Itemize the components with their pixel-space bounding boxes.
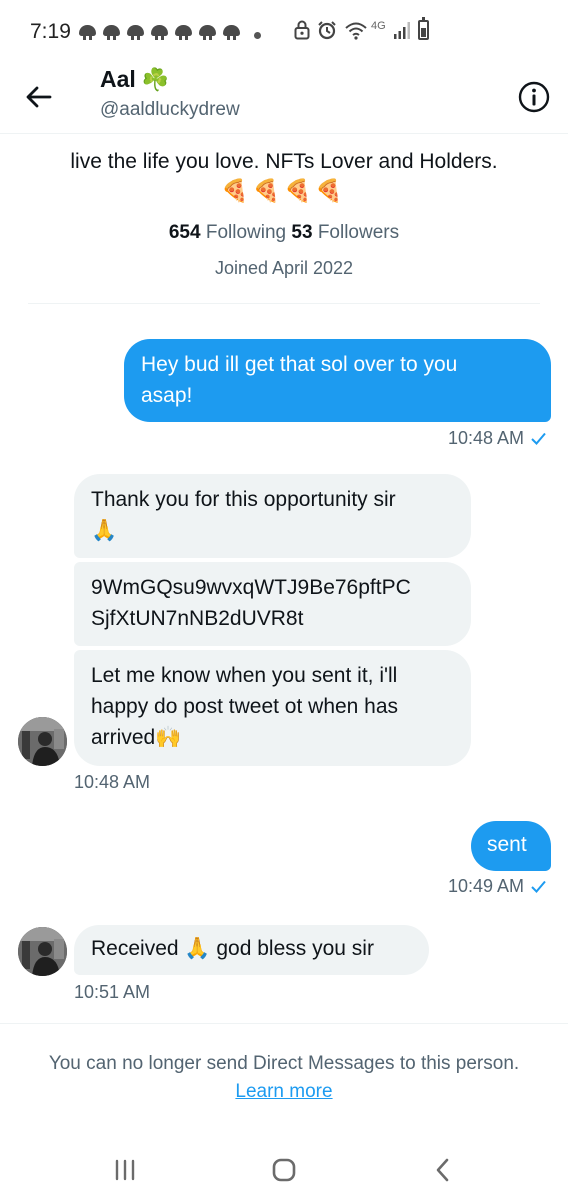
followers-count[interactable]: 53 [291, 222, 312, 243]
message-text: arrived🙌 [91, 726, 182, 749]
contact-display-name[interactable]: Aal [100, 66, 136, 93]
contact-handle[interactable]: @aaldluckydrew [100, 99, 240, 121]
recent-apps-icon[interactable] [108, 1155, 142, 1185]
message-meta: 10:48 AM [448, 428, 546, 449]
message-timestamp: 10:48 AM [447, 428, 524, 448]
avatar-photo [18, 927, 67, 976]
conversation-header: Aal ☘️ @aaldluckydrew [0, 64, 568, 134]
message-timestamp: 10:49 AM [447, 876, 524, 896]
battery-icon [417, 17, 429, 40]
following-label[interactable]: Following [206, 222, 286, 243]
learn-more-link[interactable]: Learn more [0, 1081, 568, 1103]
avatar-photo [18, 717, 67, 766]
message-text: Hey bud ill get that sol over to you [141, 353, 458, 376]
message-text: Let me know when you sent it, i'll [91, 664, 398, 687]
follow-stats[interactable]: 654 Following 53 Followers [0, 222, 568, 244]
message-text: 🙏 [91, 519, 118, 542]
app-icon [174, 25, 193, 40]
message-text: asap! [141, 384, 193, 407]
divider [0, 1023, 568, 1024]
app-icon [222, 25, 241, 40]
app-icon [78, 25, 97, 40]
system-nav-bar [0, 1135, 568, 1200]
message-text: Received 🙏 god bless you sir [91, 937, 374, 960]
app-icon [102, 25, 121, 40]
message-bubble-received[interactable]: Let me know when you sent it, i'll happy… [74, 650, 471, 766]
profile-bio: live the life you love. NFTs Lover and H… [70, 150, 498, 173]
followers-label[interactable]: Followers [318, 222, 399, 243]
message-text: 9WmGQsu9wvxqWTJ9Be76pftPC [91, 576, 411, 599]
message-meta: 10:49 AM [448, 876, 546, 897]
status-time: 7:19 [30, 20, 71, 43]
wifi-icon [345, 22, 367, 40]
message-bubble-received[interactable]: 9WmGQsu9wvxqWTJ9Be76pftPC SjfXtUN7nNB2dU… [74, 562, 471, 646]
message-bubble-received[interactable]: Received 🙏 god bless you sir [74, 925, 429, 975]
following-count[interactable]: 654 [169, 222, 201, 243]
read-check-icon [531, 432, 546, 445]
signal-icon [393, 22, 410, 39]
network-type: 4G [371, 20, 386, 32]
joined-date: Joined April 2022 [214, 258, 354, 278]
app-icon [150, 25, 169, 40]
status-bar: 7:19 4G [0, 0, 568, 64]
app-icon [126, 25, 145, 40]
dm-disabled-notice: You can no longer send Direct Messages t… [48, 1053, 520, 1074]
home-icon[interactable] [267, 1155, 301, 1185]
read-check-icon [531, 880, 546, 893]
message-bubble-sent[interactable]: sent [471, 821, 551, 871]
message-timestamp: 10:51 AM [74, 982, 151, 1002]
more-notifications-dot [254, 32, 261, 39]
system-icons: 4G [294, 17, 429, 40]
divider [28, 303, 540, 304]
message-text: happy do post tweet ot when has [91, 695, 399, 718]
message-bubble-sent[interactable]: Hey bud ill get that sol over to you asa… [124, 339, 551, 422]
message-text: SjfXtUN7nNB2dUVR8t [91, 607, 304, 630]
message-bubble-received[interactable]: Thank you for this opportunity sir 🙏 [74, 474, 471, 558]
message-text: Thank you for this opportunity sir [91, 488, 396, 511]
avatar[interactable] [18, 717, 67, 766]
message-text: sent [487, 833, 527, 856]
app-icon [198, 25, 217, 40]
info-icon[interactable] [517, 80, 551, 114]
notification-icons [78, 25, 241, 40]
back-icon[interactable] [427, 1155, 461, 1185]
alarm-icon [318, 21, 336, 40]
learn-more-label[interactable]: Learn more [235, 1081, 332, 1102]
message-timestamp: 10:48 AM [74, 772, 151, 792]
contact-name-row[interactable]: Aal ☘️ [100, 66, 169, 93]
avatar[interactable] [18, 927, 67, 976]
bio-emoji: 🍕🍕🍕🍕 [221, 178, 347, 203]
lock-icon [294, 20, 310, 40]
clover-emoji: ☘️ [141, 66, 170, 92]
arrow-left-icon[interactable] [22, 80, 56, 114]
